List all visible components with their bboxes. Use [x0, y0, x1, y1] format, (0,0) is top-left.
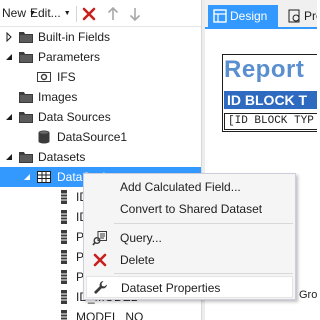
folder-icon — [19, 32, 33, 43]
field-icon — [61, 230, 67, 244]
menu-separator — [114, 223, 293, 224]
field-icon — [61, 210, 67, 224]
tree-node-built-in-fields[interactable]: Built-in Fields — [0, 27, 201, 47]
report-data-toolbar: New ▼ Edit... ▼ — [0, 0, 201, 27]
menu-item-label: Add Calculated Field... — [120, 180, 241, 194]
preview-icon — [288, 9, 300, 23]
field-icon — [61, 270, 67, 284]
menu-item-label: Query... — [120, 231, 162, 245]
field-icon — [61, 250, 67, 264]
move-down-icon[interactable] — [126, 5, 144, 23]
tab-label: Preview — [304, 9, 317, 23]
table-detail-cell[interactable]: [ID BLOCK TYP — [224, 113, 317, 130]
tree-node-datasource1[interactable]: DataSource1 — [0, 127, 201, 147]
new-button-label: New — [2, 6, 27, 20]
dataset-context-menu: Add Calculated Field... Convert to Share… — [83, 173, 296, 300]
move-up-icon[interactable] — [104, 5, 122, 23]
table-header-cell[interactable]: ID BLOCK T — [224, 91, 317, 109]
tree-node-field[interactable]: MODEL_NO — [0, 307, 201, 320]
tree-node-label: DataSource1 — [57, 130, 128, 144]
expanded-arrow-icon[interactable] — [4, 112, 14, 122]
field-icon — [61, 290, 67, 304]
menu-item-convert-to-shared-dataset[interactable]: Convert to Shared Dataset — [86, 198, 293, 220]
report-title[interactable]: Report — [224, 56, 304, 84]
tab-preview[interactable]: Preview — [282, 5, 317, 27]
tree-node-images[interactable]: Images — [0, 87, 201, 107]
grouping-pane-fragment: Grou — [299, 289, 317, 301]
folder-icon — [19, 112, 33, 123]
delete-icon[interactable] — [80, 5, 98, 23]
toolbar-separator — [76, 6, 77, 22]
edit-button-label: Edit... — [30, 6, 61, 20]
menu-item-add-calculated-field[interactable]: Add Calculated Field... — [86, 176, 293, 198]
expanded-arrow-icon[interactable] — [4, 52, 14, 62]
field-icon — [61, 190, 67, 204]
menu-separator — [114, 273, 293, 274]
delete-icon — [93, 253, 107, 267]
tree-node-data-sources[interactable]: Data Sources — [0, 107, 201, 127]
collapsed-arrow-icon[interactable] — [4, 32, 14, 42]
tree-node-parameters[interactable]: Parameters — [0, 47, 201, 67]
tree-node-label: Data Sources — [38, 110, 111, 124]
folder-icon — [19, 92, 33, 103]
tab-design[interactable]: Design — [208, 5, 278, 27]
menu-item-label: Dataset Properties — [121, 281, 221, 295]
expanded-arrow-icon[interactable] — [4, 152, 14, 162]
folder-icon — [19, 52, 33, 63]
database-icon — [38, 130, 50, 144]
query-icon — [92, 231, 107, 246]
folder-icon — [19, 152, 33, 163]
tree-node-label: Parameters — [38, 50, 101, 64]
field-icon — [61, 310, 67, 320]
wrench-icon — [94, 281, 107, 294]
menu-item-dataset-properties[interactable]: Dataset Properties — [86, 276, 293, 298]
dataset-table-icon — [37, 171, 51, 183]
designer-tab-bar: Design Preview — [205, 0, 317, 29]
tab-label: Design — [230, 9, 268, 23]
chevron-down-icon: ▼ — [63, 10, 71, 17]
parameter-icon — [37, 72, 51, 82]
design-icon — [213, 9, 227, 23]
menu-item-query[interactable]: Query... — [86, 227, 293, 249]
tree-node-label: Datasets — [38, 150, 86, 164]
tree-node-label: MODEL_NO — [76, 310, 144, 320]
menu-item-delete[interactable]: Delete — [86, 249, 293, 271]
tree-node-label: IFS — [57, 70, 76, 84]
expanded-arrow-icon[interactable] — [22, 172, 32, 182]
tree-node-label: Built-in Fields — [38, 30, 111, 44]
tree-node-datasets[interactable]: Datasets — [0, 147, 201, 167]
tree-node-ifs[interactable]: IFS — [0, 67, 201, 87]
edit-dropdown-button[interactable]: Edit... ▼ — [30, 3, 71, 24]
menu-item-label: Delete — [120, 253, 155, 267]
menu-item-label: Convert to Shared Dataset — [120, 202, 263, 216]
tree-node-label: Images — [38, 90, 78, 104]
